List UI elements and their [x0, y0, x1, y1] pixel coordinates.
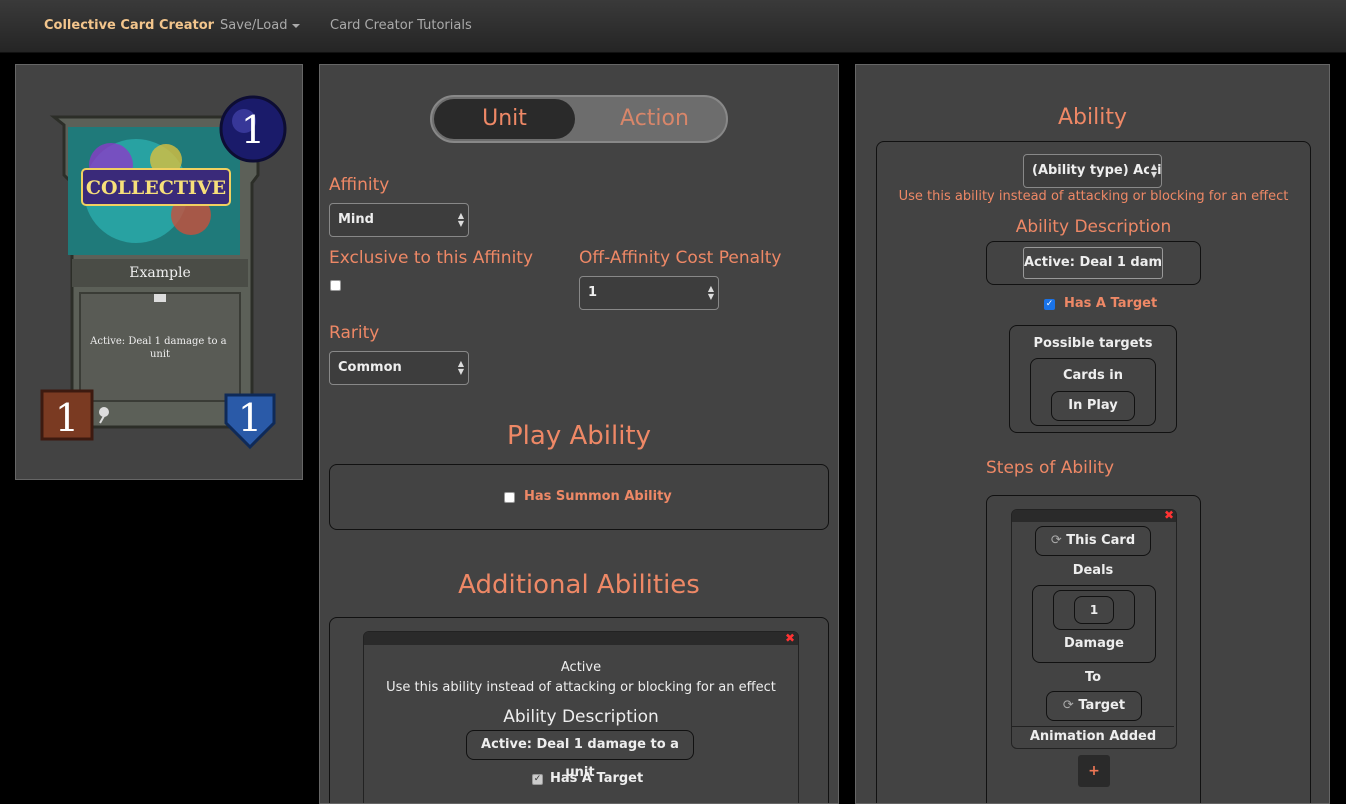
possible-targets-box: Possible targets Cards in In Play — [1009, 325, 1177, 433]
rarity-select[interactable]: Common ▲ ▼ — [329, 351, 469, 385]
health-value: 1 — [238, 396, 262, 440]
play-ability-title: Play Ability — [506, 421, 652, 451]
select-arrows-icon: ▲ ▼ — [457, 359, 464, 376]
ability-card-header — [364, 632, 798, 645]
additional-abilities-box: ✖ Active Use this ability instead of att… — [329, 617, 829, 803]
close-icon[interactable]: ✖ — [785, 632, 795, 645]
ability-type-select[interactable]: (Ability type) Active ▲▼ — [1023, 154, 1162, 188]
additional-abilities-title: Additional Abilities — [458, 570, 700, 600]
save-load-label: Save/Load — [220, 18, 288, 33]
ability-type-desc: Use this ability instead of attacking or… — [386, 680, 776, 695]
exclusive-label: Exclusive to this Affinity — [329, 248, 534, 268]
penalty-label: Off-Affinity Cost Penalty — [579, 248, 782, 268]
penalty-value: 1 — [588, 285, 598, 300]
card-logo: COLLECTIVE — [86, 177, 226, 199]
select-arrows-icon: ▲ ▼ — [707, 284, 714, 301]
add-step-button[interactable]: + — [1078, 755, 1110, 787]
summon-label: Has Summon Ability — [524, 489, 672, 504]
ability-title: Ability — [1058, 105, 1127, 130]
ability-card: ✖ Active Use this ability instead of att… — [363, 631, 799, 803]
brand-link[interactable]: Collective Card Creator — [44, 18, 214, 33]
rarity-value: Common — [338, 360, 402, 375]
card-preview: COLLECTIVE Example Active: Deal 1 damage… — [40, 95, 287, 450]
damage-box: 1 Damage — [1032, 585, 1156, 663]
affinity-label: Affinity — [329, 175, 390, 195]
select-arrows-icon: ▲ ▼ — [1148, 155, 1157, 187]
unit-toggle[interactable]: Unit — [434, 99, 575, 139]
tutorials-link[interactable]: Card Creator Tutorials — [330, 18, 472, 33]
ability-desc-box: Active: Deal 1 damage to a unit — [986, 241, 1201, 285]
ability-editor-panel: Ability (Ability type) Active ▲▼ Use thi… — [855, 64, 1330, 804]
has-target-checkbox[interactable]: ✓ — [532, 774, 543, 785]
damage-amount-input[interactable]: 1 — [1074, 596, 1114, 624]
caret-down-icon — [292, 23, 301, 28]
refresh-icon: ⟳ — [1050, 533, 1062, 548]
step-card: ✖ ⟳ This Card Deals 1 Damage To ⟳ Target… — [1011, 509, 1177, 749]
animation-added: Animation Added — [1012, 726, 1174, 744]
cards-in-box: Cards in In Play — [1030, 358, 1156, 426]
navbar: Collective Card Creator Save/Load Card C… — [0, 0, 1346, 53]
damage-label: Damage — [1063, 636, 1124, 651]
steps-title: Steps of Ability — [986, 458, 1115, 478]
affinity-value: Mind — [338, 212, 374, 227]
step-target-button[interactable]: ⟳ Target — [1046, 691, 1142, 721]
ability-type-value: (Ability type) Active — [1032, 163, 1162, 178]
has-target-checkbox[interactable]: ✓ — [1044, 299, 1055, 310]
close-icon[interactable]: ✖ — [1164, 510, 1174, 522]
cost-value: 1 — [241, 108, 265, 152]
summon-checkbox[interactable] — [504, 492, 515, 503]
step-to: To — [1084, 670, 1102, 685]
ability-type: Active — [560, 660, 602, 675]
has-target-label: Has A Target — [550, 771, 644, 786]
ability-desc-title: Ability Description — [503, 707, 659, 727]
has-target-label: Has A Target — [1064, 296, 1158, 311]
ability-desc-input[interactable]: Active: Deal 1 damage to a unit — [466, 730, 694, 780]
ability-desc-input[interactable]: Active: Deal 1 damage to a unit — [1023, 247, 1163, 279]
steps-box: ✖ ⟳ This Card Deals 1 Damage To ⟳ Target… — [986, 495, 1201, 803]
rarity-label: Rarity — [329, 323, 380, 343]
select-arrows-icon: ▲ ▼ — [457, 211, 464, 228]
step-verb: Deals — [1072, 563, 1114, 578]
card-name: Example — [129, 265, 190, 281]
unit-config-panel: Unit Action Affinity Mind ▲ ▼ Exclusive t… — [319, 64, 839, 804]
possible-targets-label: Possible targets — [1033, 336, 1153, 351]
ability-desc-title: Ability Description — [1015, 217, 1172, 237]
save-load-menu[interactable]: Save/Load — [220, 18, 301, 33]
step-card-header — [1012, 510, 1176, 522]
step-source-label: This Card — [1066, 533, 1136, 548]
play-ability-box: Has Summon Ability — [329, 464, 829, 530]
card-preview-panel: COLLECTIVE Example Active: Deal 1 damage… — [15, 64, 303, 480]
cards-in-label: Cards in — [1062, 368, 1123, 383]
ability-type-desc: Use this ability instead of attacking or… — [898, 189, 1289, 204]
step-source-button[interactable]: ⟳ This Card — [1035, 526, 1151, 556]
penalty-select[interactable]: 1 ▲ ▼ — [579, 276, 719, 310]
refresh-icon: ⟳ — [1062, 698, 1074, 713]
amount-wrapper: 1 — [1053, 590, 1135, 630]
attack-value: 1 — [55, 396, 79, 440]
exclusive-checkbox[interactable] — [330, 280, 341, 291]
step-target-label: Target — [1078, 698, 1126, 713]
action-toggle[interactable]: Action — [582, 99, 727, 139]
ability-box: (Ability type) Active ▲▼ Use this abilit… — [876, 141, 1311, 803]
in-play-button[interactable]: In Play — [1051, 391, 1135, 421]
affinity-select[interactable]: Mind ▲ ▼ — [329, 203, 469, 237]
